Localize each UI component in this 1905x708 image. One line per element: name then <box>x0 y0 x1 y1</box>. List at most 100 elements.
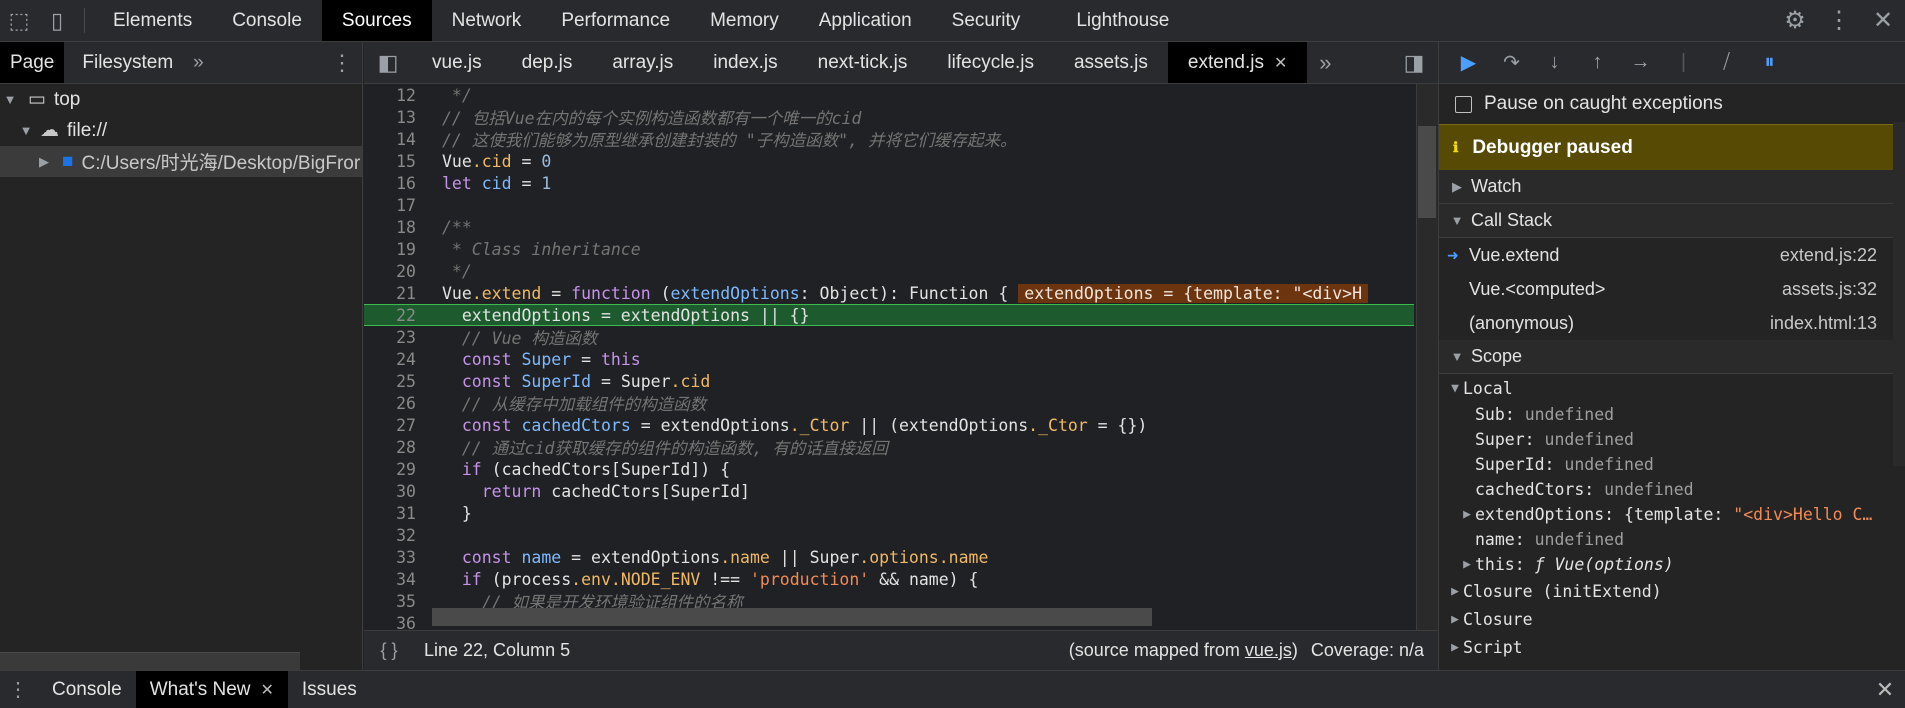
inspect-element-icon[interactable]: ⬚ <box>0 0 38 41</box>
vertical-scrollbar[interactable] <box>1416 84 1438 630</box>
deactivate-breakpoints-icon[interactable]: ⧸ <box>1705 51 1748 74</box>
expand-triangle-icon[interactable]: ▼ <box>1447 381 1463 396</box>
close-drawer-icon[interactable]: ✕ <box>1865 671 1905 708</box>
step-icon[interactable]: → <box>1619 51 1662 74</box>
step-into-icon[interactable]: ↓ <box>1533 51 1576 74</box>
scope-var[interactable]: name: undefined <box>1439 527 1905 552</box>
tab-page[interactable]: Page <box>0 42 65 83</box>
expand-triangle-icon[interactable]: ▼ <box>1449 349 1465 364</box>
collapsed-triangle-icon[interactable]: ▶ <box>1447 612 1463 627</box>
more-tabs-icon[interactable]: » <box>1307 42 1343 83</box>
code-line[interactable]: 14 // 这使我们能够为原型继承创建封装的 "子构造函数", 并将它们缓存起来。 <box>364 128 1414 151</box>
code-line[interactable]: 24 const Super = this <box>364 348 1414 370</box>
scope-var[interactable]: cachedCtors: undefined <box>1439 477 1905 502</box>
frame-location[interactable]: extend.js:22 <box>1780 245 1877 266</box>
tab-security[interactable]: Security <box>932 0 1041 41</box>
collapsed-triangle-icon[interactable]: ▶ <box>1447 640 1463 655</box>
editor-tab[interactable]: index.js <box>693 42 797 83</box>
editor-tab[interactable]: lifecycle.js <box>927 42 1054 83</box>
line-number[interactable]: 23 <box>364 328 424 347</box>
line-number[interactable]: 25 <box>364 372 424 391</box>
tab-elements[interactable]: Elements <box>93 0 212 41</box>
resume-icon[interactable]: ▶︎ <box>1447 50 1490 75</box>
expand-triangle-icon[interactable]: ▼ <box>18 123 34 138</box>
editor-tab[interactable]: assets.js <box>1054 42 1168 83</box>
code-line[interactable]: 27 const cachedCtors = extendOptions._Ct… <box>364 414 1414 436</box>
source-map-link[interactable]: vue.js <box>1245 640 1292 660</box>
line-number[interactable]: 31 <box>364 504 424 523</box>
scope-script[interactable]: ▶ Script <box>1439 633 1905 661</box>
expand-triangle-icon[interactable]: ▼ <box>2 92 18 107</box>
line-number[interactable]: 13 <box>364 108 424 127</box>
collapsed-triangle-icon[interactable]: ▶ <box>1459 507 1475 522</box>
horizontal-scrollbar[interactable] <box>0 652 300 670</box>
expand-triangle-icon[interactable]: ▼ <box>1449 213 1465 228</box>
code-line[interactable]: 29 if (cachedCtors[SuperId]) { <box>364 458 1414 480</box>
scope-var[interactable]: Sub: undefined <box>1439 402 1905 427</box>
drawer-tab-console[interactable]: Console <box>36 671 136 708</box>
scope-closure[interactable]: ▶ Closure <box>1439 605 1905 633</box>
line-number[interactable]: 36 <box>364 614 424 631</box>
close-tab-icon[interactable]: ✕ <box>260 680 273 700</box>
pause-on-caught-exceptions[interactable]: Pause on caught exceptions <box>1439 84 1905 124</box>
line-number[interactable]: 22 <box>364 306 424 325</box>
tab-console[interactable]: Console <box>212 0 322 41</box>
call-frame[interactable]: ➜ Vue.extend extend.js:22 <box>1439 238 1905 272</box>
line-number[interactable]: 33 <box>364 548 424 567</box>
code-line[interactable]: 19 * Class inheritance <box>364 238 1414 260</box>
code-line[interactable]: 17 <box>364 194 1414 216</box>
more-options-icon[interactable]: ⋮ <box>322 42 362 83</box>
collapsed-triangle-icon[interactable]: ▶ <box>1459 557 1475 572</box>
line-number[interactable]: 26 <box>364 394 424 413</box>
line-number[interactable]: 34 <box>364 570 424 589</box>
toggle-debugger-icon[interactable]: ◨ <box>1390 42 1438 83</box>
editor-tab[interactable]: next-tick.js <box>798 42 928 83</box>
line-number[interactable]: 21 <box>364 284 424 303</box>
checkbox[interactable] <box>1455 95 1472 113</box>
close-tab-icon[interactable]: ✕ <box>1274 53 1287 73</box>
code-line[interactable]: 34 if (process.env.NODE_ENV !== 'product… <box>364 568 1414 590</box>
tab-lighthouse[interactable]: Lighthouse <box>1040 0 1189 41</box>
line-number[interactable]: 24 <box>364 350 424 369</box>
drawer-tab-whats-new[interactable]: What's New ✕ <box>135 671 288 708</box>
editor-tab[interactable]: dep.js <box>502 42 593 83</box>
tab-performance[interactable]: Performance <box>541 0 690 41</box>
scope-closure[interactable]: ▶ Closure (initExtend) <box>1439 577 1905 605</box>
inline-variable-value[interactable]: extendOptions = {template: "<div>H <box>1018 283 1369 303</box>
scope-local[interactable]: ▼ Local <box>1439 374 1905 402</box>
code-line[interactable]: 28 // 通过cid获取缓存的组件的构造函数, 有的话直接返回 <box>364 436 1414 459</box>
code-line[interactable]: 23 // Vue 构造函数 <box>364 326 1414 349</box>
pretty-print-icon[interactable]: { } <box>364 640 414 661</box>
collapsed-triangle-icon[interactable]: ▶ <box>36 154 52 170</box>
code-line[interactable]: 13 // 包括Vue在内的每个实例构造函数都有一个唯一的cid <box>364 106 1414 129</box>
code-line[interactable]: 18 /** <box>364 216 1414 238</box>
line-number[interactable]: 20 <box>364 262 424 281</box>
tab-memory[interactable]: Memory <box>690 0 799 41</box>
scope-var[interactable]: SuperId: undefined <box>1439 452 1905 477</box>
editor-tab[interactable]: array.js <box>592 42 693 83</box>
section-call-stack[interactable]: ▼ Call Stack <box>1439 204 1905 238</box>
line-number[interactable]: 12 <box>364 86 424 105</box>
line-number[interactable]: 30 <box>364 482 424 501</box>
code-area[interactable]: 12 */ 13 // 包括Vue在内的每个实例构造函数都有一个唯一的cid 14… <box>364 84 1414 630</box>
gear-icon[interactable]: ⚙ <box>1773 6 1817 35</box>
call-frame[interactable]: Vue.<computed> assets.js:32 <box>1439 272 1905 306</box>
section-scope[interactable]: ▼ Scope <box>1439 340 1905 374</box>
collapsed-triangle-icon[interactable]: ▶ <box>1447 584 1463 599</box>
step-over-icon[interactable]: ↷ <box>1490 50 1533 75</box>
drawer-menu-icon[interactable]: ⋮ <box>0 671 36 708</box>
line-number[interactable]: 18 <box>364 218 424 237</box>
vertical-scrollbar-thumb[interactable] <box>1418 126 1436 218</box>
step-out-icon[interactable]: ↑ <box>1576 51 1619 74</box>
code-line[interactable]: 31 } <box>364 502 1414 524</box>
line-number[interactable]: 17 <box>364 196 424 215</box>
code-line[interactable]: 32 <box>364 524 1414 546</box>
tree-item-top[interactable]: ▼ ▭ top <box>0 84 362 115</box>
section-watch[interactable]: ▶ Watch <box>1439 170 1905 204</box>
line-number[interactable]: 16 <box>364 174 424 193</box>
scope-var[interactable]: ▶ this: ƒ Vue(options) <box>1439 552 1905 577</box>
line-number[interactable]: 15 <box>364 152 424 171</box>
line-number[interactable]: 14 <box>364 130 424 149</box>
editor-tab[interactable]: vue.js <box>412 42 502 83</box>
tab-application[interactable]: Application <box>799 0 932 41</box>
